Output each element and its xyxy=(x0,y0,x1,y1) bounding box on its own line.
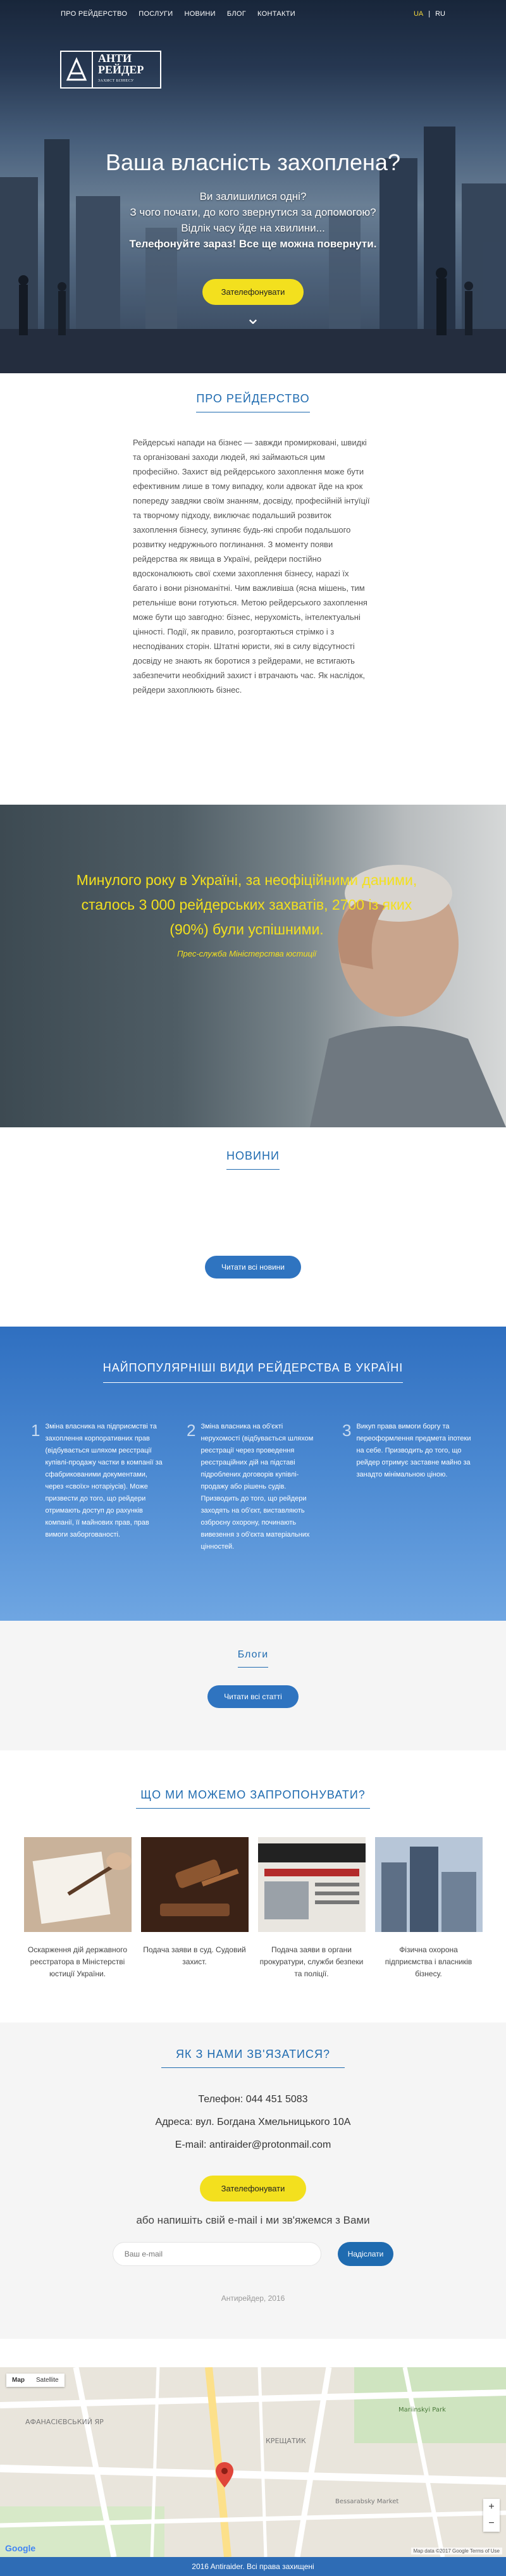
all-articles-button[interactable]: Читати всі статті xyxy=(207,1685,299,1708)
map-label: Bessarabsky Market xyxy=(335,2498,398,2505)
contact-call-button[interactable]: Зателефонувати xyxy=(199,2176,307,2201)
raider-type-number: 3 xyxy=(342,1421,352,1440)
blogs-title: Блоги xyxy=(0,1649,506,1668)
send-button[interactable]: Надіслати xyxy=(337,2242,394,2266)
hero-line-2: З чого почати, до кого звернутися за доп… xyxy=(130,206,376,218)
top-navigation: ПРО РЕЙДЕРСТВО ПОСЛУГИ НОВИНИ БЛОГ КОНТА… xyxy=(0,0,506,28)
hero-title: Ваша власність захоплена? xyxy=(106,149,400,175)
offers-section: ЩО МИ МОЖЕМО ЗАПРОПОНУВАТИ? Оскарження д… xyxy=(0,1750,506,2022)
raider-types-section: НАЙПОПУЛЯРНІШІ ВИДИ РЕЙДЕРСТВА В УКРАЇНІ… xyxy=(0,1327,506,1621)
raider-type-text: Зміна власника на підприємстві та захопл… xyxy=(45,1423,163,1539)
logo-mark-icon xyxy=(61,52,93,87)
offers-title: ЩО МИ МОЖЕМО ЗАПРОПОНУВАТИ? xyxy=(136,1788,370,1809)
about-title: ПРО РЕЙДЕРСТВО xyxy=(0,392,506,412)
raider-type-number: 1 xyxy=(31,1421,40,1440)
nav-link-contacts[interactable]: КОНТАКТИ xyxy=(257,10,295,18)
language-switcher: UA | RU xyxy=(414,10,445,18)
offer-card[interactable]: Оскарження дій державного реєстратора в … xyxy=(23,1837,132,1980)
footer-copyright: 2016 Antiraider. Всі права захищені xyxy=(192,2562,314,2571)
raider-type-item: 2 Зміна власника на об'єкті нерухомості … xyxy=(187,1421,319,1553)
about-text: Рейдерські напади на бізнес — завжди про… xyxy=(133,438,370,695)
scroll-down-icon[interactable]: ⌄ xyxy=(0,307,506,328)
raider-types-title: НАЙПОПУЛЯРНІШІ ВИДИ РЕЙДЕРСТВА В УКРАЇНІ xyxy=(0,1361,506,1383)
map-type-satellite[interactable]: Satellite xyxy=(30,2374,65,2387)
statistics-band: Минулого року в Україні, за неофіційними… xyxy=(0,805,506,1127)
hero-line-1: Ви залишилися одні? xyxy=(199,190,307,202)
about-section: ПРО РЕЙДЕРСТВО Рейдерські напади на бізн… xyxy=(0,373,506,729)
lang-ua[interactable]: UA xyxy=(414,10,423,18)
news-title: НОВИНИ xyxy=(0,1149,506,1170)
map-canvas[interactable]: АФАНАСІЄВСЬКИЙ ЯР КРЕЩАТИК Mariinskyi Pa… xyxy=(0,2367,506,2557)
google-logo: Google xyxy=(5,2543,36,2553)
map-terms[interactable]: Map data ©2017 Google Terms of Use xyxy=(410,2548,502,2554)
offer-caption: Оскарження дій державного реєстратора в … xyxy=(27,1945,128,1978)
offer-card[interactable]: Фізична охорона підприємства і власників… xyxy=(374,1837,483,1980)
raider-type-item: 1 Зміна власника на підприємстві та захо… xyxy=(31,1421,164,1553)
contact-title: ЯК З НАМИ ЗВ'ЯЗАТИСЯ? xyxy=(161,2048,345,2068)
offer-caption: Фізична охорона підприємства і власників… xyxy=(385,1945,472,1978)
raider-type-number: 2 xyxy=(187,1421,196,1440)
hero-line-3: Відлік часу йде на хвилини... xyxy=(181,222,325,234)
site-logo[interactable]: АНТИ РЕЙДЕР ЗАХИСТ БІЗНЕСУ xyxy=(60,51,161,89)
statistics-quote: Минулого року в Україні, за неофіційними… xyxy=(76,872,417,938)
offer-card[interactable]: Подача заяви в органи прокуратури, служб… xyxy=(257,1837,366,1980)
lang-separator: | xyxy=(428,10,431,18)
offers-cards: Оскарження дій державного реєстратора в … xyxy=(0,1837,506,1980)
contact-address: Адреса: вул. Богдана Хмельницького 10А xyxy=(155,2117,351,2127)
contact-or-text: або напишіть свій e-mail і ми зв'яжемся … xyxy=(136,2214,370,2226)
email-form: Надіслати xyxy=(0,2242,506,2266)
email-input[interactable] xyxy=(112,2242,321,2266)
nav-link-services[interactable]: ПОСЛУГИ xyxy=(139,10,173,18)
logo-line2: РЕЙДЕР xyxy=(98,63,144,76)
offer-caption: Подача заяви в органи прокуратури, служб… xyxy=(259,1945,364,1978)
offer-card[interactable]: Подача заяви в суд. Судовий захист. xyxy=(140,1837,249,1980)
hero-section: ПРО РЕЙДЕРСТВО ПОСЛУГИ НОВИНИ БЛОГ КОНТА… xyxy=(0,0,506,373)
nav-link-blog[interactable]: БЛОГ xyxy=(227,10,246,18)
nav-link-news[interactable]: НОВИНИ xyxy=(184,10,215,18)
news-section: НОВИНИ Читати всі новини xyxy=(0,1127,506,1327)
zoom-in-button[interactable]: + xyxy=(483,2499,500,2515)
zoom-out-button[interactable]: − xyxy=(483,2515,500,2532)
raider-types-list: 1 Зміна власника на підприємстві та захо… xyxy=(0,1421,506,1553)
offer-caption: Подача заяви в суд. Судовий захист. xyxy=(143,1945,246,1966)
raider-type-item: 3 Викуп права вимоги боргу та переоформл… xyxy=(342,1421,475,1553)
statistics-source: Прес-служба Міністерства юстиції xyxy=(177,949,316,958)
map-type-control: Map Satellite xyxy=(6,2374,65,2387)
stressed-man-image xyxy=(310,865,506,1127)
hero-strong-line: Телефонуйте зараз! Все ще можна повернут… xyxy=(129,238,377,250)
map-type-map[interactable]: Map xyxy=(6,2374,30,2387)
map-zoom-control: + − xyxy=(483,2499,500,2532)
hero-text: Ваша власність захоплена? Ви залишилися … xyxy=(0,149,506,252)
contact-details: Телефон: 044 451 5083 Адреса: вул. Богда… xyxy=(0,2088,506,2157)
raider-type-text: Викуп права вимоги боргу та переоформлен… xyxy=(356,1423,471,1478)
raider-type-text: Зміна власника на об'єкті нерухомості (в… xyxy=(201,1423,314,1551)
nav-links: ПРО РЕЙДЕРСТВО ПОСЛУГИ НОВИНИ БЛОГ КОНТА… xyxy=(61,10,295,18)
blogs-section: Блоги Читати всі статті xyxy=(0,1621,506,1750)
logo-line1: АНТИ xyxy=(98,52,132,65)
buildings-image xyxy=(374,1837,483,1932)
nav-link-about[interactable]: ПРО РЕЙДЕРСТВО xyxy=(61,10,127,18)
newspapers-image xyxy=(257,1837,366,1932)
map-label: Mariinskyi Park xyxy=(398,2406,446,2413)
lang-ru[interactable]: RU xyxy=(435,10,445,18)
contact-email[interactable]: E-mail: antiraider@protonmail.com xyxy=(0,2134,506,2157)
site-footer: 2016 Antiraider. Всі права захищені xyxy=(0,2557,506,2576)
contact-section: ЯК З НАМИ ЗВ'ЯЗАТИСЯ? Телефон: 044 451 5… xyxy=(0,2022,506,2339)
contact-copyright: Антирейдер, 2016 xyxy=(221,2294,285,2303)
hero-cta-wrap: Зателефонувати xyxy=(0,279,506,305)
all-news-button[interactable]: Читати всі новини xyxy=(205,1256,301,1279)
contact-phone[interactable]: Телефон: 044 451 5083 xyxy=(0,2088,506,2111)
map-label: АФАНАСІЄВСЬКИЙ ЯР xyxy=(25,2418,104,2426)
gavel-image xyxy=(140,1837,249,1932)
call-button[interactable]: Зателефонувати xyxy=(202,279,304,305)
map-label: КРЕЩАТИК xyxy=(266,2437,306,2445)
google-map[interactable]: АФАНАСІЄВСЬКИЙ ЯР КРЕЩАТИК Mariinskyi Pa… xyxy=(0,2367,506,2557)
logo-tagline: ЗАХИСТ БІЗНЕСУ xyxy=(98,79,134,83)
signing-document-image xyxy=(23,1837,132,1932)
